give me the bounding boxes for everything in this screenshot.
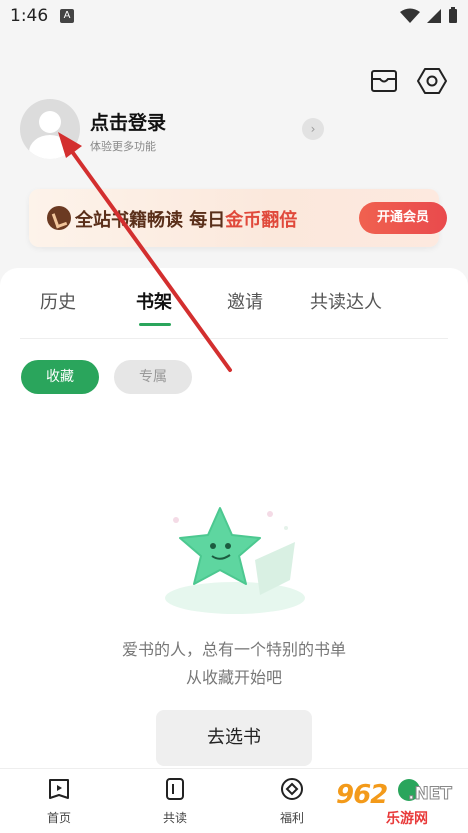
empty-star-book-illustration [165, 507, 305, 614]
nav-welfare[interactable]: 福利 [262, 777, 322, 826]
watermark-number: 962 [336, 780, 388, 810]
bookshelf-card: 历史 书架 邀请 共读达人 收藏 专属 爱书的人，总有一个特别的书单 从收藏开始… [0, 268, 468, 768]
vip-logo-icon [47, 206, 71, 230]
avatar-head-shape [39, 111, 61, 133]
open-vip-button[interactable]: 开通会员 [359, 202, 447, 234]
read-together-icon [166, 778, 184, 800]
home-book-icon [49, 779, 69, 799]
choose-book-button[interactable]: 去选书 [156, 710, 312, 766]
nav-read-together-label: 共读 [162, 811, 187, 825]
chip-favorites[interactable]: 收藏 [21, 360, 99, 394]
nav-welfare-label: 福利 [279, 811, 304, 825]
vip-text-main: 全站书籍畅读 每日 [75, 210, 226, 231]
status-icons [400, 7, 458, 24]
welfare-icon [281, 778, 303, 800]
status-bar: 1:46 A [0, 0, 468, 34]
active-tab-indicator [139, 323, 171, 326]
message-button[interactable] [370, 68, 398, 94]
status-time: 1:46 [10, 6, 49, 26]
vip-banner[interactable]: 全站书籍畅读 每日金币翻倍 开通会员 [29, 189, 447, 247]
battery-icon [449, 7, 457, 23]
login-title[interactable]: 点击登录 [90, 108, 166, 135]
empty-line-1: 爱书的人，总有一个特别的书单 [121, 640, 346, 659]
nav-read-together[interactable]: 共读 [145, 777, 205, 826]
tab-invite[interactable]: 邀请 [227, 288, 263, 314]
watermark-suffix: .NET [408, 784, 453, 805]
nav-home-label: 首页 [46, 811, 71, 825]
chevron-right-icon[interactable]: › [302, 118, 324, 140]
tab-bookshelf[interactable]: 书架 [136, 288, 172, 314]
chip-exclusive[interactable]: 专属 [114, 360, 192, 394]
settings-hexagon-icon [417, 68, 447, 94]
status-indicator-icon: A [60, 9, 74, 23]
empty-line-2: 从收藏开始吧 [185, 668, 282, 687]
divider [20, 338, 448, 339]
wifi-icon [400, 8, 420, 23]
avatar[interactable] [20, 99, 80, 159]
vip-text-highlight: 金币翻倍 [225, 210, 298, 231]
mail-icon [371, 70, 397, 92]
avatar-body-shape [29, 135, 71, 159]
tab-bar: 历史 书架 邀请 共读达人 [0, 268, 468, 338]
tab-co-reading-master[interactable]: 共读达人 [310, 288, 382, 314]
signal-icon [427, 8, 441, 23]
tab-history[interactable]: 历史 [40, 288, 76, 314]
watermark-logo: 962 .NET 乐游网 [330, 778, 460, 828]
settings-button[interactable] [417, 66, 447, 96]
watermark-caption: 乐游网 [386, 811, 428, 827]
login-subtitle: 体验更多功能 [90, 140, 156, 153]
nav-home[interactable]: 首页 [29, 777, 89, 826]
vip-banner-text: 全站书籍畅读 每日金币翻倍 [75, 206, 297, 232]
